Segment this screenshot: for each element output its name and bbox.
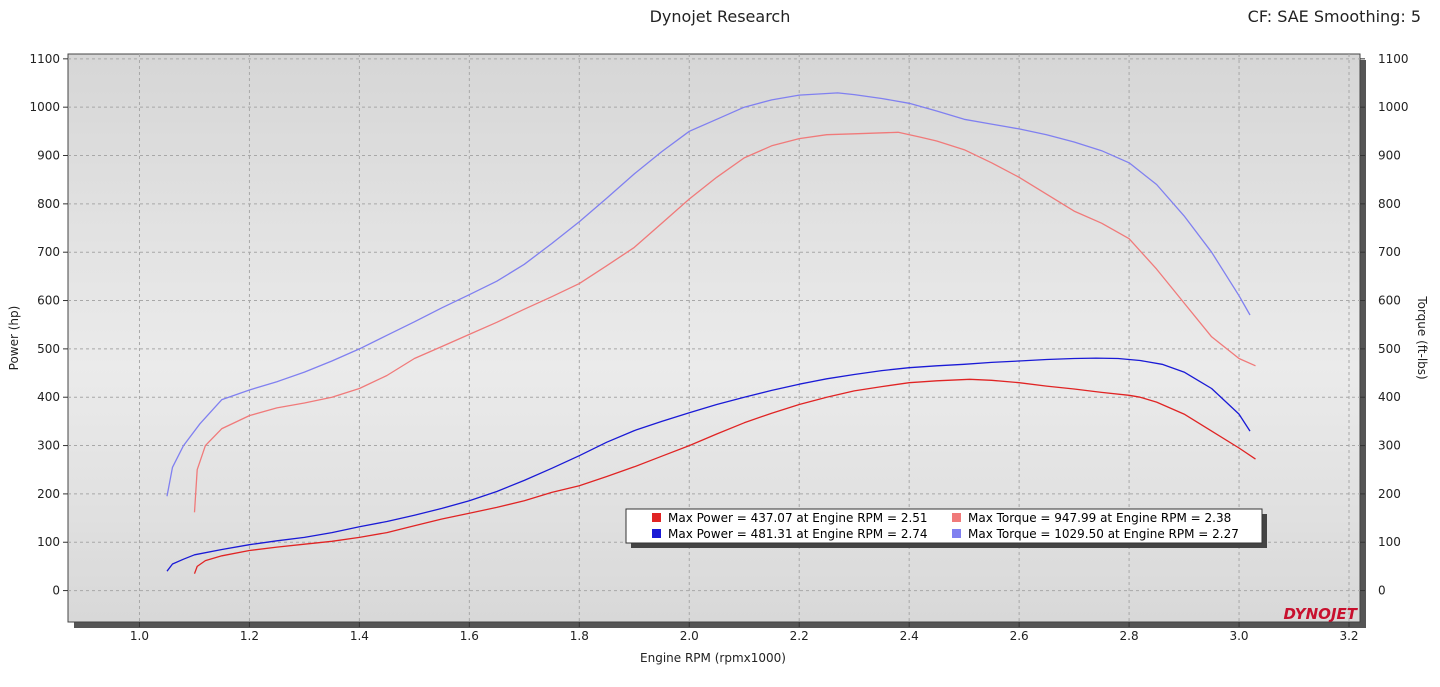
legend-swatch (952, 513, 961, 522)
y-axis-label-left: Power (hp) (7, 306, 21, 371)
x-tick-label: 2.0 (680, 629, 699, 643)
y-tick-label-right: 1000 (1378, 100, 1409, 114)
legend-swatch (652, 529, 661, 538)
y-tick-label-right: 0 (1378, 584, 1386, 598)
y-tick-label-right: 1100 (1378, 52, 1409, 66)
dynojet-logo: DYNOJET (1283, 605, 1358, 623)
legend: Max Power = 437.07 at Engine RPM = 2.51 M… (625, 508, 1267, 548)
x-tick-label: 1.0 (130, 629, 149, 643)
y-tick-label-right: 200 (1378, 487, 1401, 501)
x-tick-label: 1.4 (350, 629, 369, 643)
x-tick-label: 2.8 (1120, 629, 1139, 643)
y-tick-label-left: 0 (52, 584, 60, 598)
legend-swatch (652, 513, 661, 522)
y-tick-label-right: 900 (1378, 149, 1401, 163)
y-tick-label-left: 100 (37, 535, 60, 549)
y-tick-label-right: 100 (1378, 535, 1401, 549)
x-tick-label: 3.0 (1229, 629, 1248, 643)
y-tick-label-right: 300 (1378, 439, 1401, 453)
y-tick-label-left: 800 (37, 197, 60, 211)
y-tick-label-left: 300 (37, 439, 60, 453)
y-axis-label-right: Torque (ft-lbs) (1415, 295, 1429, 379)
y-tick-label-right: 700 (1378, 245, 1401, 259)
y-tick-label-left: 1000 (29, 100, 60, 114)
y-tick-label-right: 800 (1378, 197, 1401, 211)
legend-entry: Max Power = 437.07 at Engine RPM = 2.51 (668, 511, 928, 525)
x-tick-label: 1.8 (570, 629, 589, 643)
x-tick-label: 2.6 (1010, 629, 1029, 643)
legend-swatch (952, 529, 961, 538)
x-axis-label: Engine RPM (rpmx1000) (640, 651, 786, 665)
y-tick-label-left: 900 (37, 149, 60, 163)
x-tick-label: 1.6 (460, 629, 479, 643)
y-tick-label-left: 400 (37, 390, 60, 404)
y-tick-label-right: 400 (1378, 390, 1401, 404)
dyno-chart: 1.0 1.2 1.4 1.6 1.8 2.0 2.2 2.4 2.6 2.8 3.0 3.2 0 0 10… (7, 52, 1429, 665)
y-tick-label-left: 1100 (29, 52, 60, 66)
y-tick-label-right: 500 (1378, 342, 1401, 356)
x-tick-label: 2.2 (790, 629, 809, 643)
legend-entry: Max Torque = 1029.50 at Engine RPM = 2.2… (968, 527, 1239, 541)
x-tick-label: 3.2 (1339, 629, 1358, 643)
y-tick-label-left: 500 (37, 342, 60, 356)
y-tick-label-left: 200 (37, 487, 60, 501)
legend-entry: Max Torque = 947.99 at Engine RPM = 2.38 (968, 511, 1231, 525)
x-tick-label: 1.2 (240, 629, 259, 643)
x-tick-label: 2.4 (900, 629, 919, 643)
y-tick-label-left: 700 (37, 245, 60, 259)
legend-entry: Max Power = 481.31 at Engine RPM = 2.74 (668, 527, 928, 541)
y-tick-label-left: 600 (37, 294, 60, 308)
y-tick-label-right: 600 (1378, 294, 1401, 308)
